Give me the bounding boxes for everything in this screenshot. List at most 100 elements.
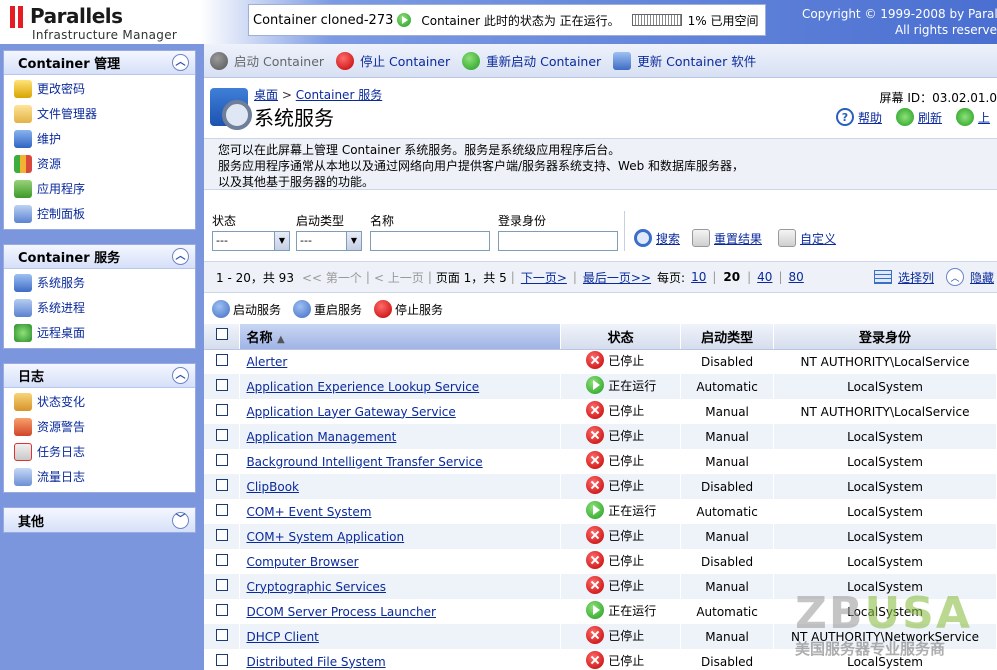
search-label[interactable]: 搜索 [656,230,680,247]
row-checkbox[interactable] [216,604,228,616]
table-row[interactable]: Application Experience Lookup Service 正在运… [204,374,997,399]
search-button[interactable]: 搜索 [634,229,680,247]
row-checkbox[interactable] [216,479,228,491]
start-type-column-header[interactable]: 启动类型 [680,324,775,350]
sidebar-item-resources[interactable]: 资源 [4,151,195,176]
sidebar-item-task-log[interactable]: 任务日志 [4,439,195,464]
table-row[interactable]: COM+ System Application 已停止 Manual LocalSys… [204,524,997,549]
up-label[interactable]: 上 [978,109,990,126]
stop-container-button[interactable]: 停止 Container [336,51,450,70]
reset-results-button[interactable]: 重置结果 [692,229,762,247]
customize-button[interactable]: 自定义 [778,229,836,247]
restart-service-button[interactable]: 重启服务 [293,300,362,318]
description-line: 以及其他基于服务器的功能。 [218,175,375,189]
service-name-link[interactable]: Distributed File System [246,655,385,669]
breadcrumb-container-services-link[interactable]: Container 服务 [296,88,382,102]
sidebar-item-status-changes[interactable]: 状态变化 [4,389,195,414]
select-columns-link[interactable]: 选择列 [898,269,934,286]
table-row[interactable]: Computer Browser 已停止 Disabled LocalSystem [204,549,997,574]
row-checkbox[interactable] [216,429,228,441]
collapse-up-icon[interactable]: ︿ [172,54,189,71]
hide-link[interactable]: 隐藏 [970,269,994,286]
sidebar-item-system-services[interactable]: 系统服务 [4,270,195,295]
next-page-link[interactable]: 下一页> [521,269,567,286]
start-container-button[interactable]: 启动 Container [210,51,324,70]
sidebar-item-resource-alerts[interactable]: 资源警告 [4,414,195,439]
row-checkbox[interactable] [216,579,228,591]
sidebar-item-label: 应用程序 [37,182,86,196]
table-row[interactable]: Background Intelligent Transfer Service 已… [204,449,997,474]
hide-up-icon: ︿ [946,268,965,286]
service-name-link[interactable]: Computer Browser [246,555,358,569]
breadcrumb-desktop-link[interactable]: 桌面 [254,88,278,102]
service-name-link[interactable]: COM+ Event System [246,505,371,519]
status-column-header[interactable]: 状态 [560,324,682,350]
restart-container-button[interactable]: 重新启动 Container [462,51,601,70]
refresh-link[interactable]: 刷新 [896,108,942,126]
service-name-link[interactable]: DCOM Server Process Launcher [246,605,436,619]
table-row[interactable]: Cryptographic Services 已停止 Manual LocalSyst… [204,574,997,599]
name-filter-input[interactable] [370,231,490,251]
update-software-button[interactable]: 更新 Container 软件 [613,51,756,70]
sidebar-item-control-panel[interactable]: 控制面板 [4,201,195,226]
row-checkbox[interactable] [216,504,228,516]
refresh-label[interactable]: 刷新 [918,109,942,126]
sidebar-item-label: 维护 [37,132,62,146]
row-checkbox[interactable] [216,379,228,391]
row-checkbox[interactable] [216,529,228,541]
per-page-80[interactable]: 80 [789,270,804,284]
row-checkbox[interactable] [216,354,228,367]
restart-icon [462,51,481,70]
expand-down-icon[interactable]: ﹀ [172,511,189,529]
logon-filter-input[interactable] [498,231,618,251]
service-name-link[interactable]: DHCP Client [246,630,318,644]
table-row[interactable]: ClipBook 已停止 Disabled LocalSystem [204,474,997,499]
per-page-40[interactable]: 40 [757,270,772,284]
row-checkbox[interactable] [216,654,228,666]
table-row[interactable]: COM+ Event System 正在运行 Automatic LocalSyste… [204,499,997,524]
row-checkbox[interactable] [216,554,228,566]
table-row[interactable]: Distributed File System 已停止 Disabled LocalS… [204,649,997,670]
start-service-button[interactable]: 启动服务 [212,300,281,318]
select-all-checkbox[interactable] [216,328,228,341]
service-name-link[interactable]: Application Layer Gateway Service [246,405,455,419]
service-name-link[interactable]: ClipBook [246,480,299,494]
row-checkbox[interactable] [216,629,228,641]
table-row[interactable]: Alerter 已停止 Disabled NT AUTHORITY\LocalServ… [204,349,997,374]
service-name-link[interactable]: Alerter [246,355,287,369]
logon-column-header[interactable]: 登录身份 [773,324,997,350]
table-row[interactable]: DCOM Server Process Launcher 正在运行 Automati… [204,599,997,624]
service-name-link[interactable]: Background Intelligent Transfer Service [246,455,482,469]
service-name-link[interactable]: COM+ System Application [246,530,404,544]
collapse-up-icon[interactable]: ︿ [172,367,189,384]
last-page-link[interactable]: 最后一页>> [583,269,651,286]
row-checkbox[interactable] [216,404,228,416]
sidebar-item-applications[interactable]: 应用程序 [4,176,195,201]
sidebar-item-system-processes[interactable]: 系统进程 [4,295,195,320]
start-type-filter-select[interactable]: --- ▼ [296,231,362,251]
help-link[interactable]: ? 帮助 [836,108,882,126]
sidebar-item-change-password[interactable]: 更改密码 [4,76,195,101]
service-name-link[interactable]: Cryptographic Services [246,580,386,594]
table-row[interactable]: Application Management 已停止 Manual LocalSyst… [204,424,997,449]
table-row[interactable]: DHCP Client 已停止 Manual NT AUTHORITY\Network… [204,624,997,649]
sidebar-item-maintenance[interactable]: 维护 [4,126,195,151]
up-link[interactable]: 上 [956,108,990,126]
per-page-10[interactable]: 10 [691,270,706,284]
collapse-up-icon[interactable]: ︿ [172,248,189,265]
name-column-header[interactable]: 名称 ▲ [239,324,562,350]
reset-label[interactable]: 重置结果 [714,230,762,247]
sidebar-item-traffic-log[interactable]: 流量日志 [4,464,195,489]
row-checkbox[interactable] [216,454,228,466]
help-label[interactable]: 帮助 [858,109,882,126]
service-name-link[interactable]: Application Management [246,430,396,444]
sidebar-item-file-manager[interactable]: 文件管理器 [4,101,195,126]
sidebar-item-label: 远程桌面 [37,326,86,340]
table-row[interactable]: Application Layer Gateway Service 已停止 Manu… [204,399,997,424]
sidebar-item-remote-desktop[interactable]: 远程桌面 [4,320,195,345]
customize-label[interactable]: 自定义 [800,230,836,247]
service-logon-cell: LocalSystem [773,549,997,574]
status-filter-select[interactable]: --- ▼ [212,231,290,251]
service-name-link[interactable]: Application Experience Lookup Service [246,380,479,394]
stop-service-button[interactable]: 停止服务 [374,300,443,318]
